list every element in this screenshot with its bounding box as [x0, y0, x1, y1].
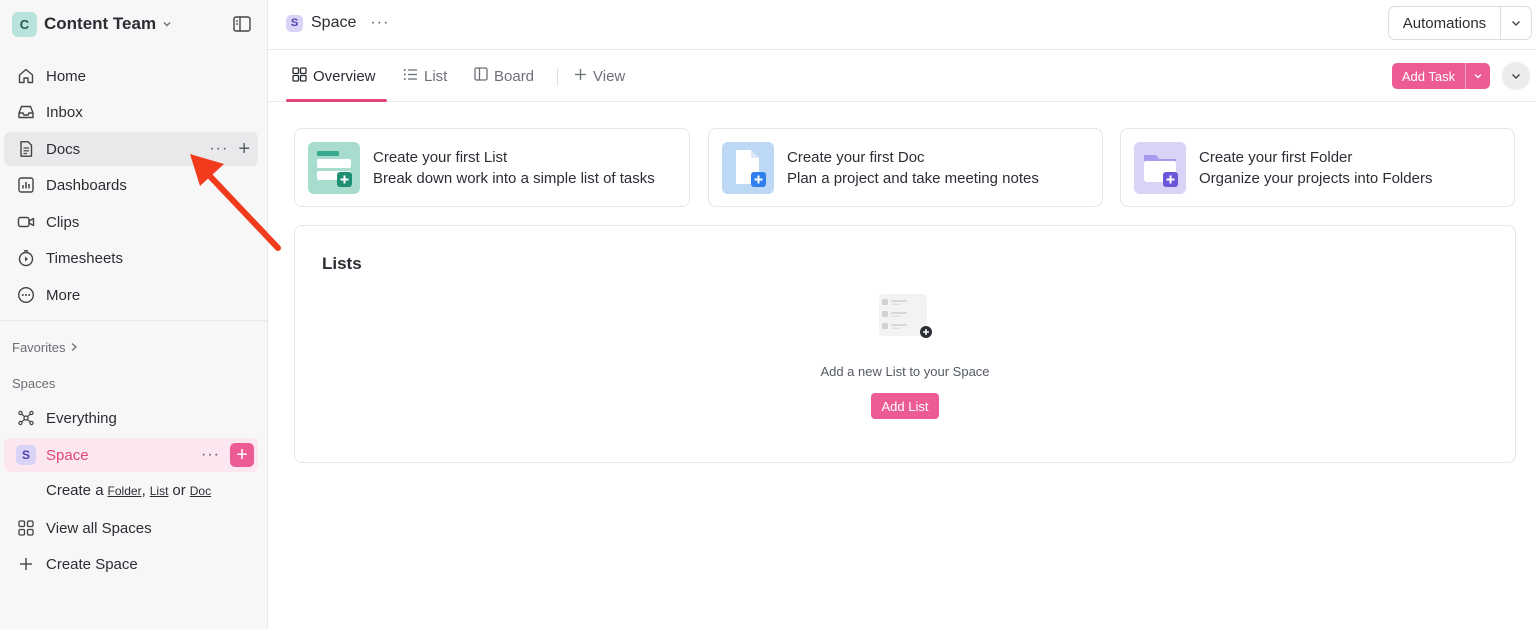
- card-title: Create your first Doc: [787, 148, 925, 166]
- sidebar-item-label: Timesheets: [46, 249, 123, 267]
- create-or: or: [172, 482, 186, 499]
- folder-thumb-icon: [1134, 141, 1186, 194]
- sidebar-item-space[interactable]: S Space ··· +: [4, 438, 258, 472]
- plus-icon: [16, 554, 36, 574]
- dashboard-icon: [16, 175, 36, 195]
- add-task-button[interactable]: Add Task: [1392, 63, 1490, 89]
- home-icon: [16, 66, 36, 86]
- create-doc-link[interactable]: Doc: [190, 484, 211, 498]
- tab-label: List: [424, 67, 448, 85]
- create-doc-card[interactable]: Create your first Doc Plan a project and…: [708, 128, 1103, 207]
- sidebar-item-label: Space: [46, 446, 89, 464]
- tab-separator: [557, 68, 558, 86]
- space-actions: ··· +: [201, 438, 254, 472]
- tab-board[interactable]: Board: [474, 50, 534, 102]
- tab-label: Board: [494, 67, 535, 85]
- create-prefix: Create a: [46, 482, 104, 499]
- add-view-button[interactable]: View: [574, 50, 625, 102]
- workspace-switcher[interactable]: C Content Team: [12, 10, 256, 38]
- card-subtitle: Organize your projects into Folders: [1199, 169, 1433, 187]
- add-task-label[interactable]: Add Task: [1392, 63, 1466, 89]
- workspace-avatar: C: [12, 11, 37, 37]
- top-bar: S Space ··· Automations: [268, 0, 1536, 50]
- sidebar: C Content Team Home Inbox Docs ··· + Das…: [0, 0, 268, 629]
- expand-toolbar-button[interactable]: [1502, 62, 1530, 90]
- create-folder-link[interactable]: Folder: [108, 484, 142, 498]
- create-list-link[interactable]: List: [150, 484, 169, 498]
- doc-icon: [16, 139, 36, 159]
- create-list-card[interactable]: Create your first List Break down work i…: [294, 128, 690, 207]
- breadcrumb: S Space ···: [286, 14, 389, 32]
- spaces-label: Spaces: [12, 376, 56, 391]
- doc-thumb-icon: [722, 141, 774, 194]
- sidebar-item-label: Everything: [46, 409, 117, 427]
- empty-list-illustration: [879, 294, 932, 338]
- video-icon: [16, 212, 36, 232]
- sidebar-item-create-space[interactable]: Create Space: [4, 547, 258, 581]
- page-title[interactable]: Space: [311, 14, 356, 32]
- sidebar-item-label: More: [46, 286, 81, 304]
- chevron-right-icon: [70, 340, 78, 355]
- card-subtitle: Plan a project and take meeting notes: [787, 169, 1039, 187]
- create-in-space-row: Create a Folder, List or Doc: [46, 482, 211, 499]
- sidebar-item-label: Dashboards: [46, 176, 127, 194]
- sidebar-item-inbox[interactable]: Inbox: [4, 95, 258, 129]
- lists-panel: Lists Add a new List to your Space Add L…: [294, 225, 1516, 463]
- card-subtitle: Break down work into a simple list of ta…: [373, 169, 655, 187]
- overview-icon: [292, 66, 307, 86]
- list-icon: [403, 68, 418, 85]
- chevron-down-icon[interactable]: [1466, 71, 1490, 81]
- sidebar-item-view-all-spaces[interactable]: View all Spaces: [4, 511, 258, 545]
- view-bar: Overview List Board View Add Task: [268, 50, 1536, 102]
- sidebar-item-label: View all Spaces: [46, 519, 152, 537]
- add-list-button[interactable]: Add List: [871, 393, 939, 419]
- sidebar-item-label: Docs: [46, 140, 81, 158]
- more-options-icon[interactable]: ···: [201, 447, 220, 463]
- card-title: Create your first Folder: [1199, 148, 1353, 166]
- sidebar-item-label: Home: [46, 67, 87, 85]
- space-badge: S: [286, 14, 303, 32]
- board-icon: [474, 67, 488, 85]
- create-comma: ,: [141, 482, 146, 499]
- plus-icon: [574, 68, 587, 85]
- favorites-label: Favorites: [12, 340, 66, 355]
- lists-title: Lists: [322, 254, 362, 273]
- active-tab-indicator: [286, 99, 387, 102]
- sidebar-item-label: Clips: [46, 213, 80, 231]
- sidebar-item-home[interactable]: Home: [4, 59, 258, 93]
- space-badge: S: [16, 445, 36, 465]
- card-title: Create your first List: [373, 148, 508, 166]
- workspace-name: Content Team: [44, 14, 157, 33]
- automations-label[interactable]: Automations: [1389, 7, 1501, 39]
- timer-icon: [16, 248, 36, 268]
- chevron-down-icon[interactable]: [1501, 17, 1531, 29]
- automations-button[interactable]: Automations: [1388, 6, 1532, 40]
- favorites-header[interactable]: Favorites: [12, 340, 78, 355]
- grid-icon: [16, 518, 36, 538]
- tab-list[interactable]: List: [403, 50, 447, 102]
- tab-overview[interactable]: Overview: [292, 50, 376, 102]
- more-options-icon[interactable]: ···: [370, 14, 389, 32]
- sidebar-item-label: Inbox: [46, 103, 83, 121]
- sidebar-divider: [0, 320, 268, 321]
- list-thumb-icon: [308, 141, 360, 194]
- empty-state-text: Add a new List to your Space: [820, 364, 990, 379]
- annotation-arrow: [190, 154, 281, 251]
- everything-icon: [16, 408, 36, 428]
- spaces-header: Spaces: [12, 376, 55, 391]
- add-view-label: View: [593, 67, 626, 85]
- sidebar-item-label: Create Space: [46, 555, 138, 573]
- chevron-down-icon: [1512, 74, 1520, 79]
- sidebar-item-more[interactable]: More: [4, 278, 258, 312]
- sidebar-item-everything[interactable]: Everything: [4, 401, 258, 435]
- collapse-sidebar-icon[interactable]: [232, 14, 252, 34]
- create-folder-card[interactable]: Create your first Folder Organize your p…: [1120, 128, 1515, 207]
- inbox-icon: [16, 102, 36, 122]
- chevron-down-icon: [162, 18, 174, 30]
- tab-label: Overview: [313, 67, 376, 85]
- more-circle-icon: [16, 285, 36, 305]
- add-to-space-icon[interactable]: +: [230, 443, 254, 467]
